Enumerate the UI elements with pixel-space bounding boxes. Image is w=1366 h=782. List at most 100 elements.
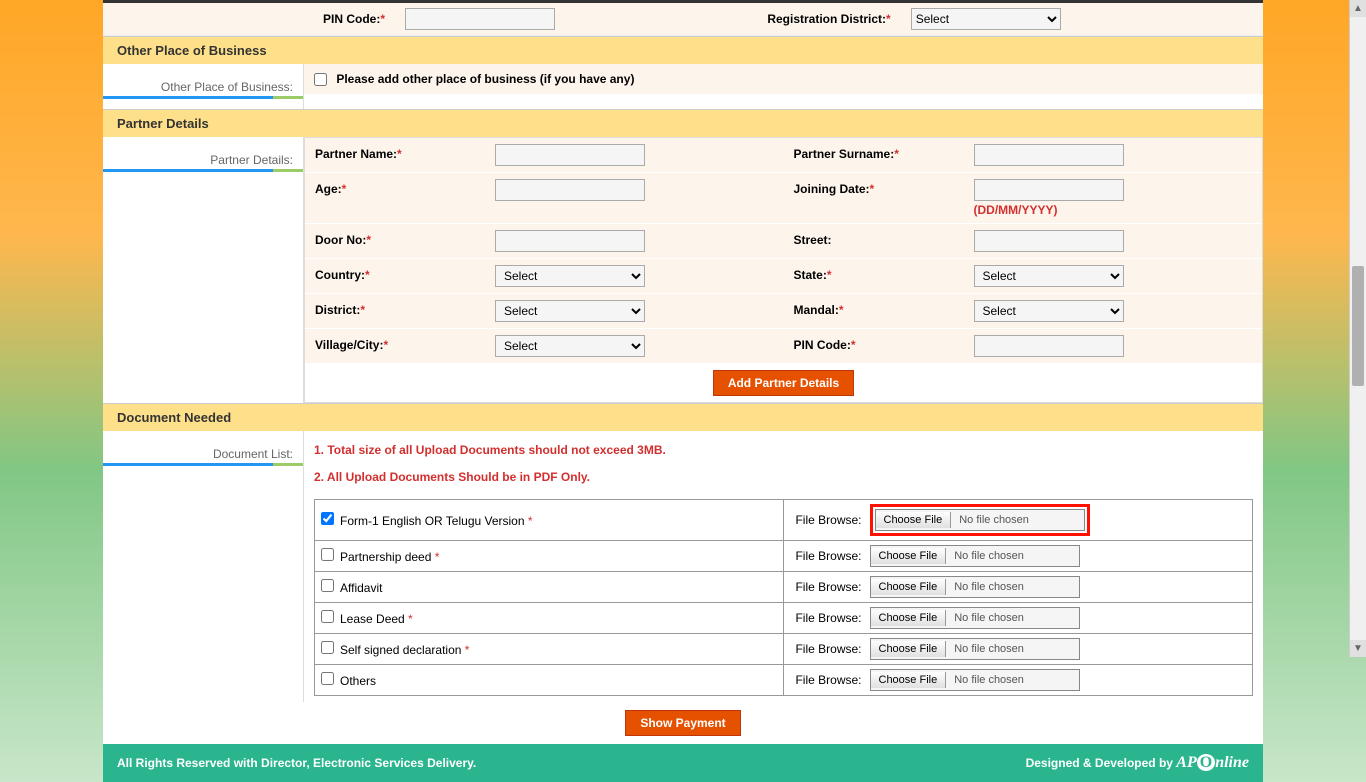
file-cell: Choose FileNo file chosen (864, 603, 1253, 634)
partner-door-label: Door No:* (315, 230, 495, 247)
file-cell: Choose FileNo file chosen (864, 500, 1253, 541)
partner-state-label: State:* (794, 265, 974, 282)
document-checkbox[interactable] (321, 512, 334, 525)
document-name: Others (340, 674, 376, 688)
vertical-scrollbar[interactable]: ▲ ▼ (1349, 0, 1366, 657)
document-checkbox[interactable] (321, 579, 334, 592)
file-input-widget[interactable]: Choose FileNo file chosen (870, 669, 1080, 691)
file-browse-label: File Browse: (784, 665, 864, 696)
scroll-thumb[interactable] (1352, 266, 1364, 386)
document-checkbox[interactable] (321, 641, 334, 654)
partner-village-select[interactable]: Select (495, 335, 645, 357)
document-checkbox[interactable] (321, 672, 334, 685)
show-payment-button[interactable]: Show Payment (625, 710, 740, 736)
partner-joining-label: Joining Date:* (794, 179, 974, 196)
partner-country-select[interactable]: Select (495, 265, 645, 287)
choose-file-button[interactable]: Choose File (871, 579, 947, 595)
file-status: No file chosen (951, 512, 1037, 528)
section-header-partner: Partner Details (103, 109, 1263, 137)
partner-age-label: Age:* (315, 179, 495, 196)
pin-code-input[interactable] (405, 8, 555, 30)
doc-note-1: 1. Total size of all Upload Documents sh… (314, 437, 1253, 464)
scroll-up-arrow[interactable]: ▲ (1350, 0, 1366, 17)
required-star: * (525, 514, 533, 528)
file-status: No file chosen (946, 579, 1032, 595)
document-name-cell: Lease Deed * (315, 603, 784, 634)
file-browse-label: File Browse: (784, 500, 864, 541)
file-status: No file chosen (946, 548, 1032, 564)
partner-joining-input[interactable] (974, 179, 1124, 201)
file-cell: Choose FileNo file chosen (864, 572, 1253, 603)
highlighted-file-input: Choose FileNo file chosen (870, 504, 1090, 536)
document-list-left-label: Document List: (103, 441, 303, 466)
document-name-cell: Form-1 English OR Telugu Version * (315, 500, 784, 541)
file-browse-label: File Browse: (784, 634, 864, 665)
document-row: AffidavitFile Browse:Choose FileNo file … (315, 572, 1253, 603)
reg-district-select[interactable]: Select (911, 8, 1061, 30)
document-row: Others File Browse: Choose FileNo file cho… (315, 665, 1253, 696)
reg-district-label: Registration District:* (757, 12, 900, 26)
file-status: No file chosen (946, 641, 1032, 657)
choose-file-button[interactable]: Choose File (871, 548, 947, 564)
other-place-checkbox-row: Please add other place of business (if y… (304, 64, 1263, 94)
file-input-widget[interactable]: Choose FileNo file chosen (870, 545, 1080, 567)
footer-right: Designed & Developed by APOnline (1026, 754, 1249, 772)
document-row: Partnership deed * File Browse: Choose Fil… (315, 541, 1253, 572)
footer-left: All Rights Reserved with Director, Elect… (117, 756, 476, 770)
document-row: Form-1 English OR Telugu Version *File B… (315, 500, 1253, 541)
file-status: No file chosen (946, 610, 1032, 626)
other-place-checkbox[interactable] (314, 73, 327, 86)
required-star: * (405, 612, 413, 626)
partner-district-label: District:* (315, 300, 495, 317)
partner-pin-input[interactable] (974, 335, 1124, 357)
other-place-left-label: Other Place of Business: (103, 74, 303, 99)
section-header-documents: Document Needed (103, 403, 1263, 431)
date-format-hint: (DD/MM/YYYY) (974, 203, 1124, 217)
document-name: Lease Deed (340, 612, 405, 626)
partner-street-input[interactable] (974, 230, 1124, 252)
partner-state-select[interactable]: Select (974, 265, 1124, 287)
document-row: Lease Deed *File Browse:Choose FileNo fi… (315, 603, 1253, 634)
partner-surname-label: Partner Surname:* (794, 144, 974, 161)
document-name-cell: Self signed declaration * (315, 634, 784, 665)
partner-name-input[interactable] (495, 144, 645, 166)
document-name-cell: Affidavit (315, 572, 784, 603)
choose-file-button[interactable]: Choose File (871, 610, 947, 626)
document-name: Partnership deed (340, 550, 431, 564)
partner-district-select[interactable]: Select (495, 300, 645, 322)
document-name: Self signed declaration (340, 643, 461, 657)
document-checkbox[interactable] (321, 548, 334, 561)
partner-pin-label: PIN Code:* (794, 335, 974, 352)
choose-file-button[interactable]: Choose File (876, 512, 952, 528)
file-cell: Choose FileNo file chosen (864, 665, 1253, 696)
doc-note-2: 2. All Upload Documents Should be in PDF… (314, 464, 1253, 491)
scroll-down-arrow[interactable]: ▼ (1350, 640, 1366, 657)
partner-surname-input[interactable] (974, 144, 1124, 166)
partner-door-input[interactable] (495, 230, 645, 252)
partner-name-label: Partner Name:* (315, 144, 495, 161)
add-partner-button[interactable]: Add Partner Details (713, 370, 854, 396)
partner-left-label: Partner Details: (103, 147, 303, 172)
partner-mandal-select[interactable]: Select (974, 300, 1124, 322)
aponline-logo: APOnline (1176, 754, 1249, 771)
document-checkbox[interactable] (321, 610, 334, 623)
file-input-widget[interactable]: Choose FileNo file chosen (875, 509, 1085, 531)
document-name: Affidavit (340, 581, 382, 595)
file-browse-label: File Browse: (784, 541, 864, 572)
section-documents: Document List: 1. Total size of all Uplo… (103, 431, 1263, 702)
file-browse-label: File Browse: (784, 603, 864, 634)
partner-form: Partner Name:* Partner Surname:* Age:* J… (304, 137, 1263, 403)
file-input-widget[interactable]: Choose FileNo file chosen (870, 607, 1080, 629)
file-input-widget[interactable]: Choose FileNo file chosen (870, 576, 1080, 598)
choose-file-button[interactable]: Choose File (871, 641, 947, 657)
partner-age-input[interactable] (495, 179, 645, 201)
file-input-widget[interactable]: Choose FileNo file chosen (870, 638, 1080, 660)
section-partner: Partner Details: Partner Name:* Partner … (103, 137, 1263, 403)
file-cell: Choose FileNo file chosen (864, 541, 1253, 572)
file-status: No file chosen (946, 672, 1032, 688)
scroll-track[interactable] (1350, 17, 1366, 640)
partner-street-label: Street: (794, 230, 974, 247)
choose-file-button[interactable]: Choose File (871, 672, 947, 688)
documents-table: Form-1 English OR Telugu Version *File B… (314, 499, 1253, 696)
required-star: * (431, 550, 439, 564)
